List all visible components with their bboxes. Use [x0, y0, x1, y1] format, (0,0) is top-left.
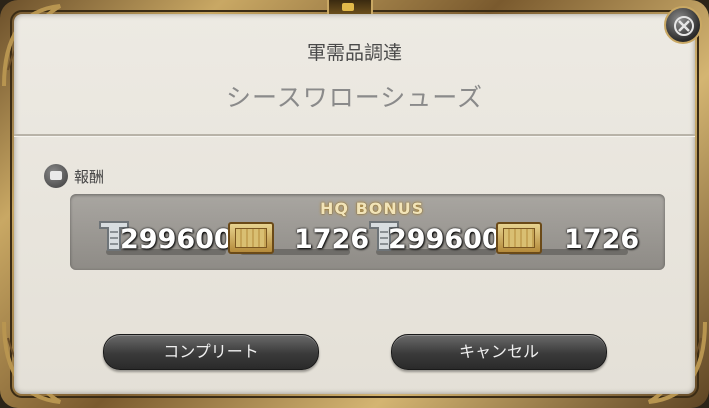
complete-button[interactable]: コンプリート: [103, 334, 319, 370]
reward-value: 1726: [294, 224, 370, 255]
seal-icon: [228, 222, 274, 254]
cancel-button[interactable]: キャンセル: [391, 334, 607, 370]
seal-icon: [496, 222, 542, 254]
reward-value: 1726: [564, 224, 640, 255]
reward-item-seals: 1726: [228, 216, 369, 260]
reward-label: 報酬: [74, 168, 105, 186]
reward-icon: [44, 164, 68, 188]
reward-item-exp: 2996000: [94, 216, 252, 260]
divider: [14, 134, 695, 137]
close-icon: [674, 16, 694, 36]
dialog-panel: 軍需品調達 シースワローシューズ 報酬 HQ BONUS 2996000 172…: [14, 14, 695, 394]
item-name: シースワローシューズ: [225, 83, 483, 112]
hq-reward-item-seals: 1726: [496, 216, 640, 260]
window-title: 軍需品調達: [306, 42, 402, 64]
hq-reward-item-exp: 2996000: [364, 216, 520, 260]
reward-box: HQ BONUS 2996000 1726 2996000 1726: [70, 194, 665, 270]
close-button[interactable]: [664, 6, 702, 44]
